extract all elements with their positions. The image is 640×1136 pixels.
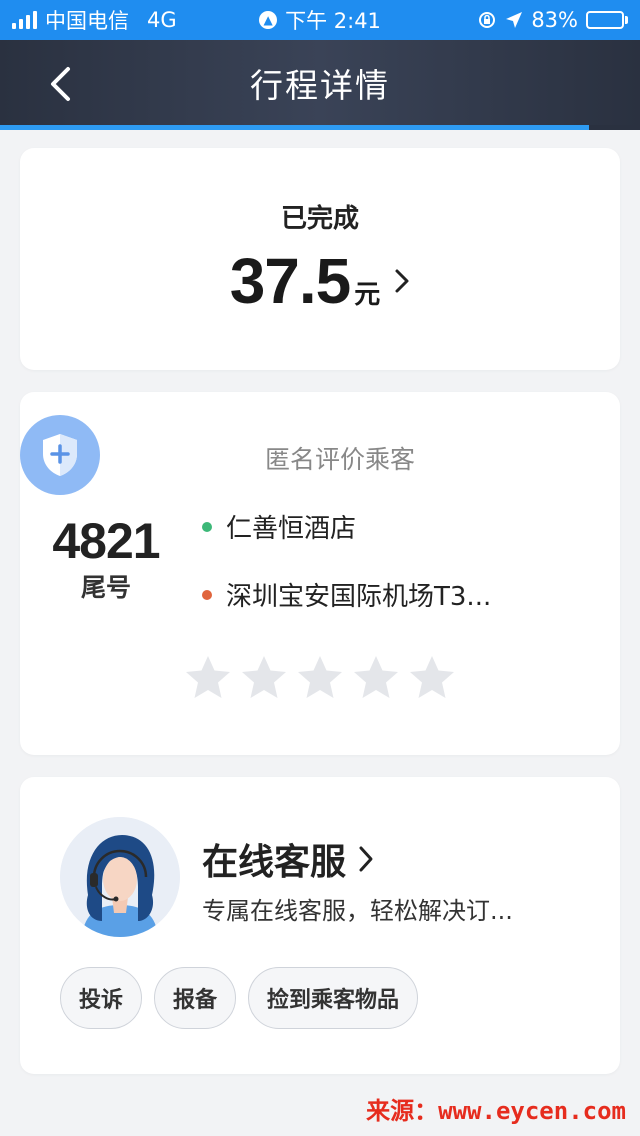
pickup-label: 仁善恒酒店 <box>226 514 357 544</box>
fare-unit: 元 <box>354 280 381 310</box>
shield-plus-icon <box>43 434 77 476</box>
star-2-icon[interactable] <box>240 654 288 702</box>
status-bar: 中国电信 4G ▲ 下午 2:41 83% <box>0 0 640 40</box>
trip-status: 已完成 <box>280 204 359 234</box>
service-actions: 投诉 报备 捡到乘客物品 <box>60 967 419 1029</box>
agent-avatar-icon <box>60 817 180 937</box>
online-service-card: 在线客服 专属在线客服，轻松解决订... 投诉 报备 捡到乘客物品 <box>20 777 620 1074</box>
pickup-location: 仁善恒酒店 <box>202 508 356 545</box>
tail-number-label: 尾号 <box>80 573 131 602</box>
service-title-label: 在线客服 <box>202 842 347 883</box>
fare-row[interactable]: 37.5 元 <box>20 244 620 318</box>
chevron-right-icon <box>359 846 373 872</box>
dropoff-dot-icon <box>202 589 212 600</box>
passenger-tail-number: 4821 <box>52 513 160 569</box>
online-service-link[interactable]: 在线客服 <box>202 833 374 885</box>
status-left: 中国电信 4G <box>12 5 177 35</box>
lost-item-button[interactable]: 捡到乘客物品 <box>248 967 419 1029</box>
header-progress-bar <box>0 125 589 130</box>
service-agent-avatar <box>60 817 180 937</box>
dropoff-location: 深圳宝安国际机场T3... <box>202 576 491 613</box>
pickup-dot-icon <box>202 521 212 532</box>
trip-rating-card: 匿名评价乘客 4821 尾号 仁善恒酒店 深圳宝安国际机场T3... <box>20 392 620 755</box>
navigation-header: 行程详情 <box>0 40 640 130</box>
navigation-icon: ▲ <box>259 11 278 29</box>
star-3-icon[interactable] <box>296 654 344 702</box>
dropoff-label: 深圳宝安国际机场T3... <box>226 582 492 612</box>
star-5-icon[interactable] <box>408 654 456 702</box>
source-watermark: 来源：www.eycen.com <box>366 1097 626 1125</box>
report-button[interactable]: 报备 <box>154 967 237 1029</box>
star-rating[interactable] <box>184 654 456 702</box>
clock-label: 下午 2:41 <box>285 9 381 33</box>
complaint-button[interactable]: 投诉 <box>60 967 143 1029</box>
page-title: 行程详情 <box>250 65 390 105</box>
rate-passenger-title: 匿名评价乘客 <box>264 445 415 474</box>
chevron-right-icon <box>395 269 409 293</box>
battery-percent: 83% <box>531 8 578 32</box>
fare-amount: 37.5 <box>229 245 352 317</box>
service-description: 专属在线客服，轻松解决订... <box>202 897 513 925</box>
battery-icon <box>586 11 628 29</box>
safety-shield-button[interactable] <box>20 415 100 495</box>
star-1-icon[interactable] <box>184 654 232 702</box>
network-label: 4G <box>147 8 177 32</box>
carrier-label: 中国电信 <box>45 9 129 33</box>
fare-card[interactable]: 已完成 37.5 元 <box>20 148 620 370</box>
orientation-lock-icon <box>479 12 496 28</box>
signal-icon <box>12 11 37 29</box>
location-arrow-icon <box>506 12 523 28</box>
star-4-icon[interactable] <box>352 654 400 702</box>
status-right: 83% <box>477 8 628 32</box>
